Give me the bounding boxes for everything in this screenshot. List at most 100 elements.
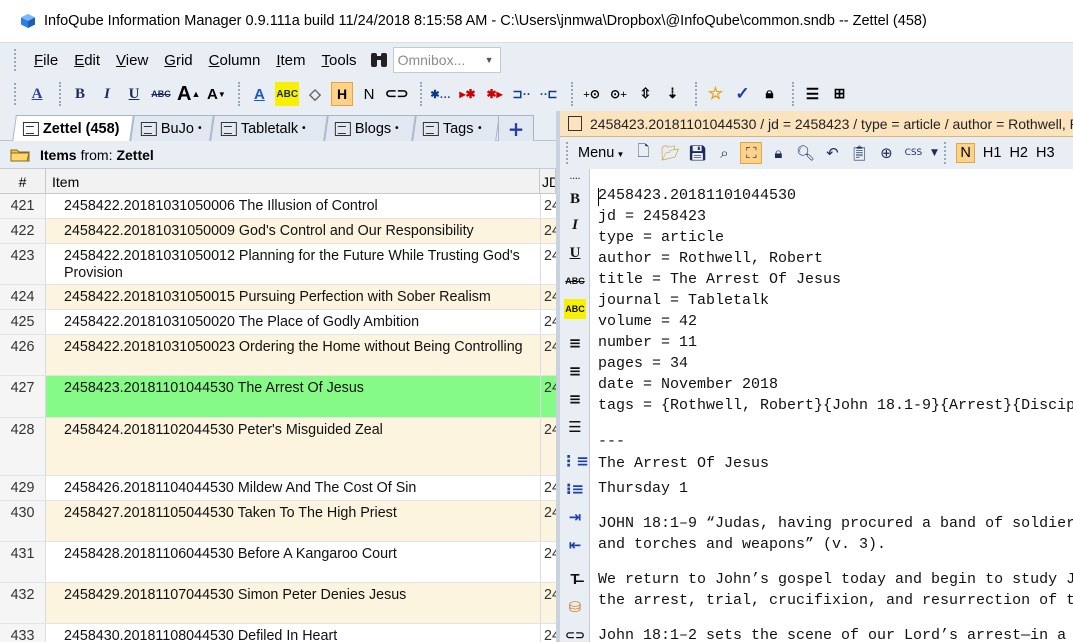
align-center-icon[interactable]: ≡ xyxy=(564,361,586,381)
find-icon[interactable]: ⌕ xyxy=(713,142,735,164)
document-line[interactable]: type = article xyxy=(598,229,724,246)
menu-grid[interactable]: Grid xyxy=(156,52,200,69)
row-item[interactable]: 2458422.20181031050009 God's Control and… xyxy=(64,223,540,240)
shrink-font-icon[interactable]: A ▼ xyxy=(205,82,227,106)
strikethrough-icon[interactable]: ABC xyxy=(150,82,172,106)
tab-bujo[interactable]: BuJo • xyxy=(130,115,214,141)
column-header-number[interactable]: # xyxy=(0,169,46,194)
document-line[interactable]: The Arrest Of Jesus xyxy=(598,455,769,472)
fill-icon[interactable]: ◇ xyxy=(304,82,326,106)
table-row[interactable]: 433 2458430.20181108044530 Defiled In Hea… xyxy=(0,624,556,642)
menu-tools[interactable]: Tools xyxy=(314,52,365,69)
table-row[interactable]: 422 2458422.20181031050009 God's Control … xyxy=(0,219,556,244)
justify-icon[interactable]: ☰ xyxy=(564,417,586,437)
omnibox-input[interactable]: Omnibox... ▼ xyxy=(392,47,501,73)
font-color-icon[interactable]: A xyxy=(248,82,270,106)
format-icon[interactable]: A xyxy=(26,82,48,106)
style-h3-button[interactable]: H3 xyxy=(1036,145,1055,161)
grow-font-icon[interactable]: A ▲ xyxy=(177,82,200,106)
doc-toolbar-grip[interactable] xyxy=(944,142,948,164)
underline-icon[interactable]: U xyxy=(123,82,145,106)
document-line[interactable]: jd = 2458423 xyxy=(598,208,706,225)
paste-icon[interactable]: 📋︎ xyxy=(848,142,870,164)
align-right-icon[interactable]: ≡ xyxy=(564,389,586,409)
toolbar-grip[interactable] xyxy=(14,83,18,105)
open-folder-icon[interactable]: 📂︎ xyxy=(659,142,681,164)
add-tab-button[interactable]: + xyxy=(498,115,534,141)
indent-icon[interactable]: ⊐·· xyxy=(511,82,533,106)
lock-icon[interactable]: 🔒︎ xyxy=(759,82,781,106)
document-line[interactable]: JOHN 18:1–9 “Judas, having procured a ba… xyxy=(598,515,1073,532)
menu-column[interactable]: Column xyxy=(201,52,269,69)
document-line[interactable]: number = 11 xyxy=(598,334,697,351)
document-line[interactable]: the arrest, trial, crucifixion, and resu… xyxy=(598,592,1073,609)
document-editor[interactable]: 2458423.20181101044530 jd = 2458423 type =… xyxy=(590,169,1073,642)
column-header-item[interactable]: Item xyxy=(46,169,540,194)
table-row[interactable]: 432 2458429.20181107044530 Simon Peter De… xyxy=(0,583,556,624)
table-row[interactable]: 429 2458426.20181104044530 Mildew And The… xyxy=(0,476,556,501)
indent-icon[interactable]: ⇥ xyxy=(564,507,586,527)
highlight-icon[interactable]: ABC xyxy=(275,82,300,106)
promote-icon[interactable]: ⇳ xyxy=(635,82,657,106)
highlight-icon[interactable]: ABC xyxy=(564,299,586,319)
document-line[interactable]: pages = 34 xyxy=(598,355,688,372)
row-item[interactable]: 2458429.20181107044530 Simon Peter Denie… xyxy=(64,587,540,604)
menu-grip[interactable] xyxy=(14,49,18,71)
tab-tabletalk[interactable]: Tabletalk • xyxy=(210,115,328,141)
paint-bucket-icon[interactable]: ⛁ xyxy=(564,597,586,617)
tab-tags[interactable]: Tags • xyxy=(412,115,500,141)
star-icon[interactable]: ☆ xyxy=(705,82,727,106)
menu-edit[interactable]: Edit xyxy=(66,52,108,69)
bold-icon[interactable]: B xyxy=(69,82,91,106)
document-line[interactable]: Thursday 1 xyxy=(598,480,688,497)
move-up-icon[interactable]: +⊙ xyxy=(581,82,603,106)
heading-toggle-icon[interactable]: H xyxy=(331,82,354,106)
document-line[interactable]: We return to John’s gospel today and beg… xyxy=(598,571,1073,588)
zoom-icon[interactable]: ⊕ xyxy=(875,142,897,164)
numbered-list-icon[interactable]: ⋮≡ xyxy=(561,451,589,471)
menu-item[interactable]: Item xyxy=(268,52,313,69)
document-line[interactable]: date = November 2018 xyxy=(598,376,778,393)
insert-bullet-icon[interactable]: ✱… xyxy=(430,82,452,106)
document-line[interactable]: John 18:1–2 sets the scene of our Lord’s… xyxy=(598,627,1073,642)
row-item[interactable]: 2458423.20181101044530 The Arrest Of Jes… xyxy=(64,380,540,397)
table-row[interactable]: 423 2458422.20181031050012 Planning for t… xyxy=(0,244,556,285)
outdent-icon[interactable]: ··⊏ xyxy=(538,82,560,106)
tab-blogs[interactable]: Blogs • xyxy=(324,115,416,141)
document-line[interactable]: tags = {Rothwell, Robert}{John 18.1-9}{A… xyxy=(598,397,1073,414)
row-item[interactable]: 2458422.20181031050006 The Illusion of C… xyxy=(64,198,540,215)
tab-zettel[interactable]: Zettel (458) xyxy=(12,115,134,142)
style-normal-button[interactable]: N xyxy=(956,143,975,163)
table-row[interactable]: 426 2458422.20181031050023 Ordering the H… xyxy=(0,335,556,376)
new-document-icon[interactable]: 🗋︎ xyxy=(632,142,654,164)
new-item-icon[interactable]: ⊞ xyxy=(829,82,851,106)
table-row[interactable]: 424 2458422.20181031050015 Pursuing Perfe… xyxy=(0,285,556,310)
move-right-icon[interactable]: ▸✱ xyxy=(457,82,479,106)
strikethrough-icon[interactable]: ABC xyxy=(564,271,586,291)
save-icon[interactable]: 💾︎ xyxy=(686,142,708,164)
link-icon[interactable]: ⊂⊃ xyxy=(385,82,408,106)
bullet-list-icon[interactable]: ⁝≡ xyxy=(564,479,586,499)
checkmark-icon[interactable]: ✓ xyxy=(732,82,754,106)
row-item[interactable]: 2458422.20181031050015 Pursuing Perfecti… xyxy=(64,289,540,306)
document-line[interactable]: author = Rothwell, Robert xyxy=(598,250,823,267)
clear-format-icon[interactable]: T̶ xyxy=(564,569,586,589)
style-h1-button[interactable]: H1 xyxy=(983,145,1002,161)
row-item[interactable]: 2458430.20181108044530 Defiled In Heart xyxy=(64,628,540,642)
underline-icon[interactable]: U xyxy=(564,243,586,263)
lock-icon[interactable]: 🔒︎ xyxy=(767,142,789,164)
move-down-icon[interactable]: ⊙+ xyxy=(608,82,630,106)
table-row[interactable]: 430 2458427.20181105044530 Taken To The H… xyxy=(0,501,556,542)
document-line[interactable]: journal = Tabletalk xyxy=(598,292,769,309)
print-preview-icon[interactable]: 🔍︎ xyxy=(794,142,816,164)
table-row[interactable]: 428 2458424.20181102044530 Peter's Misgui… xyxy=(0,418,556,476)
menu-view[interactable]: View xyxy=(108,52,156,69)
table-row[interactable]: 425 2458422.20181031050020 The Place of G… xyxy=(0,310,556,335)
document-line[interactable]: and torches and weapons” (v. 3). xyxy=(598,536,886,553)
menu-file[interactable]: File xyxy=(26,52,66,69)
table-row[interactable]: 427 2458423.20181101044530 The Arrest Of … xyxy=(0,376,556,418)
table-row[interactable]: 431 2458428.20181106044530 Before A Kanga… xyxy=(0,542,556,583)
normal-text-icon[interactable]: N xyxy=(358,82,380,106)
doc-toolbar-grip[interactable] xyxy=(566,142,570,164)
column-header-jd[interactable]: JD xyxy=(540,169,556,194)
